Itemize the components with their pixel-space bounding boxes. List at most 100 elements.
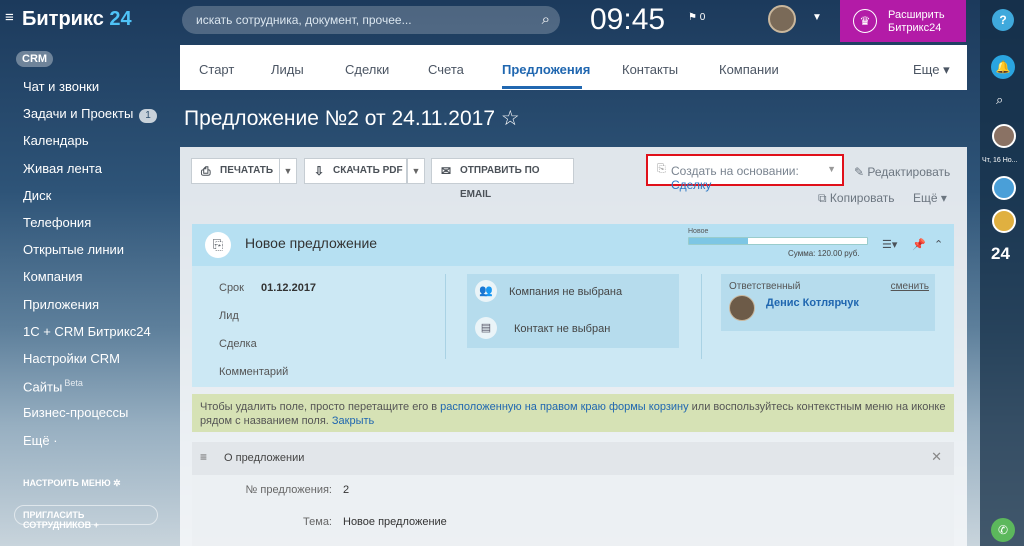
flag-icon: ⚑ <box>688 12 697 23</box>
email-label: ОТПРАВИТЬ ПО EMAIL <box>460 165 540 200</box>
tab-quotes[interactable]: Предложения <box>502 62 590 77</box>
quote-icon: ⎘ <box>205 232 231 258</box>
crm-tabs: Старт Лиды Сделки Счета Предложения Конт… <box>180 45 967 90</box>
clock[interactable]: 09:45 <box>590 3 665 37</box>
print-dropdown[interactable]: ▼ <box>279 158 297 184</box>
hint-close-link[interactable]: Закрыть <box>332 415 374 427</box>
search-icon[interactable]: ⌕ <box>996 92 1003 108</box>
drag-handle-icon[interactable]: ≡ <box>200 450 207 464</box>
chevron-down-icon[interactable]: ▼ <box>812 12 822 23</box>
bitrix24-icon[interactable]: 24 <box>991 244 1010 264</box>
create-based-text: Создать на основании: <box>671 164 799 178</box>
tab-contacts[interactable]: Контакты <box>622 62 678 77</box>
chevron-up-icon[interactable]: ⌃ <box>934 238 943 251</box>
sidebar-item-label: Открытые линии <box>23 242 125 258</box>
upgrade-label-1: Расширить <box>888 9 945 21</box>
sidebar-item[interactable]: Настройки CRM <box>23 351 120 366</box>
tab-invoices[interactable]: Счета <box>428 62 464 77</box>
tab-deals[interactable]: Сделки <box>345 62 389 77</box>
contact-empty[interactable]: Контакт не выбран <box>514 323 610 335</box>
sidebar-item[interactable]: Календарь <box>23 133 89 148</box>
more-button[interactable]: Ещё ▾ <box>913 191 947 205</box>
field-label-deadline: Срок <box>219 282 244 294</box>
sidebar-item-label: Телефония <box>23 215 92 230</box>
avatar[interactable] <box>992 124 1016 148</box>
beta-label: Beta <box>64 378 83 389</box>
logo[interactable]: Битрикс 24 <box>22 8 132 31</box>
invite-button[interactable]: ПРИГЛАСИТЬ СОТРУДНИКОВ + <box>14 505 158 530</box>
print-button[interactable]: ⎙ ПЕЧАТАТЬ <box>191 158 280 184</box>
sidebar-item[interactable]: 1С + CRM Битрикс24 <box>23 324 151 339</box>
tab-leads[interactable]: Лиды <box>271 62 304 77</box>
create-based-on-select[interactable]: ⎘ Создать на основании: Сделку ▼ <box>646 154 844 192</box>
hamburger-icon[interactable]: ≡ <box>5 10 19 25</box>
search-icon[interactable]: ⌕ <box>542 11 550 28</box>
field-value-deadline: 01.12.2017 <box>261 282 317 294</box>
copy-label: Копировать <box>829 191 895 205</box>
sidebar-item[interactable]: Открытые линии <box>23 242 124 257</box>
stage-progress[interactable] <box>688 237 868 245</box>
avatar[interactable] <box>729 295 755 321</box>
logo-text: Битрикс <box>22 8 104 30</box>
hint-banner: Чтобы удалить поле, просто перетащите ег… <box>192 394 954 432</box>
sidebar-item[interactable]: Компания <box>23 269 83 284</box>
search-placeholder: искать сотрудника, документ, прочее... <box>196 13 412 27</box>
user-avatar[interactable] <box>768 5 796 33</box>
pdf-dropdown[interactable]: ▼ <box>407 158 425 184</box>
change-responsible-link[interactable]: сменить <box>891 281 929 292</box>
print-label: ПЕЧАТАТЬ <box>220 165 274 176</box>
tab-more[interactable]: Еще ▾ <box>913 62 950 78</box>
sidebar-item-label: Календарь <box>23 133 89 149</box>
upgrade-button[interactable]: ♛ Расширить Битрикс24 <box>840 0 966 42</box>
close-icon[interactable]: ✕ <box>931 449 942 465</box>
sidebar-item[interactable]: Диск <box>23 188 51 203</box>
avatar[interactable] <box>992 176 1016 200</box>
sidebar-item[interactable]: Сайты Beta <box>23 378 83 394</box>
users-icon: 👥 <box>475 280 497 302</box>
pin-icon[interactable]: 📌 <box>912 238 926 251</box>
field-label-number: № предложения: <box>245 484 332 496</box>
pencil-icon: ✎ <box>854 165 865 179</box>
company-empty[interactable]: Компания не выбрана <box>509 286 622 298</box>
quote-sum: Сумма: 120.00 руб. <box>788 249 860 258</box>
search-input[interactable]: искать сотрудника, документ, прочее... ⌕ <box>182 6 560 34</box>
field-label-lead: Лид <box>219 310 239 322</box>
hint-link[interactable]: расположенную на правом краю формы корзи… <box>440 401 688 413</box>
sidebar-item[interactable]: Телефония <box>23 215 91 230</box>
sidebar-item[interactable]: Задачи и Проекты 1 <box>23 106 157 124</box>
tab-companies[interactable]: Компании <box>719 62 779 77</box>
card-title: Новое предложение <box>245 235 378 251</box>
list-menu-icon[interactable]: ☰▾ <box>882 238 897 251</box>
gear-icon: ✲ <box>113 478 121 488</box>
responsible-name[interactable]: Денис Котлярчук <box>766 297 859 309</box>
tab-start[interactable]: Старт <box>199 62 234 77</box>
sidebar-item[interactable]: Приложения <box>23 297 99 312</box>
send-email-button[interactable]: ✉ ОТПРАВИТЬ ПО EMAIL <box>431 158 574 200</box>
section-title: О предложении <box>224 452 305 464</box>
sidebar-item-crm[interactable]: CRM <box>16 51 54 67</box>
download-pdf-button[interactable]: ⇩ СКАЧАТЬ PDF <box>304 158 407 184</box>
phone-icon[interactable]: ✆ <box>991 518 1015 542</box>
sidebar-item-label: Задачи и Проекты <box>23 106 134 122</box>
chat-date: Чт, 16 Но... <box>982 157 1018 164</box>
flag-counter[interactable]: ⚑ 0 <box>688 12 705 23</box>
copy-button[interactable]: ⧉ Копировать <box>818 191 895 206</box>
bell-icon[interactable]: 🔔 <box>991 55 1015 79</box>
help-icon[interactable]: ? <box>992 9 1014 31</box>
divider <box>445 274 446 359</box>
chevron-down-icon: ▼ <box>411 166 421 176</box>
field-label-deal: Сделка <box>219 338 257 350</box>
sidebar-item[interactable]: Бизнес-процессы <box>23 405 128 420</box>
setup-menu-button[interactable]: НАСТРОИТЬ МЕНЮ ✲ <box>23 478 121 489</box>
stage-progress-fill <box>689 238 748 244</box>
edit-button[interactable]: ✎ Редактировать <box>854 165 950 179</box>
sidebar-item[interactable]: Чат и звонки <box>23 79 99 94</box>
sidebar-item[interactable]: Ещё · <box>23 433 58 448</box>
sidebar-item[interactable]: Живая лента <box>23 161 102 176</box>
client-block: 👥 Компания не выбрана ▤ Контакт не выбра… <box>467 274 679 348</box>
sidebar: CRM Чат и звонки Задачи и Проекты 1 Календа… <box>0 42 175 546</box>
responsible-label: Ответственный <box>729 281 801 292</box>
avatar[interactable] <box>992 209 1016 233</box>
divider <box>701 274 702 359</box>
field-value-subject: Новое предложение <box>343 516 447 528</box>
